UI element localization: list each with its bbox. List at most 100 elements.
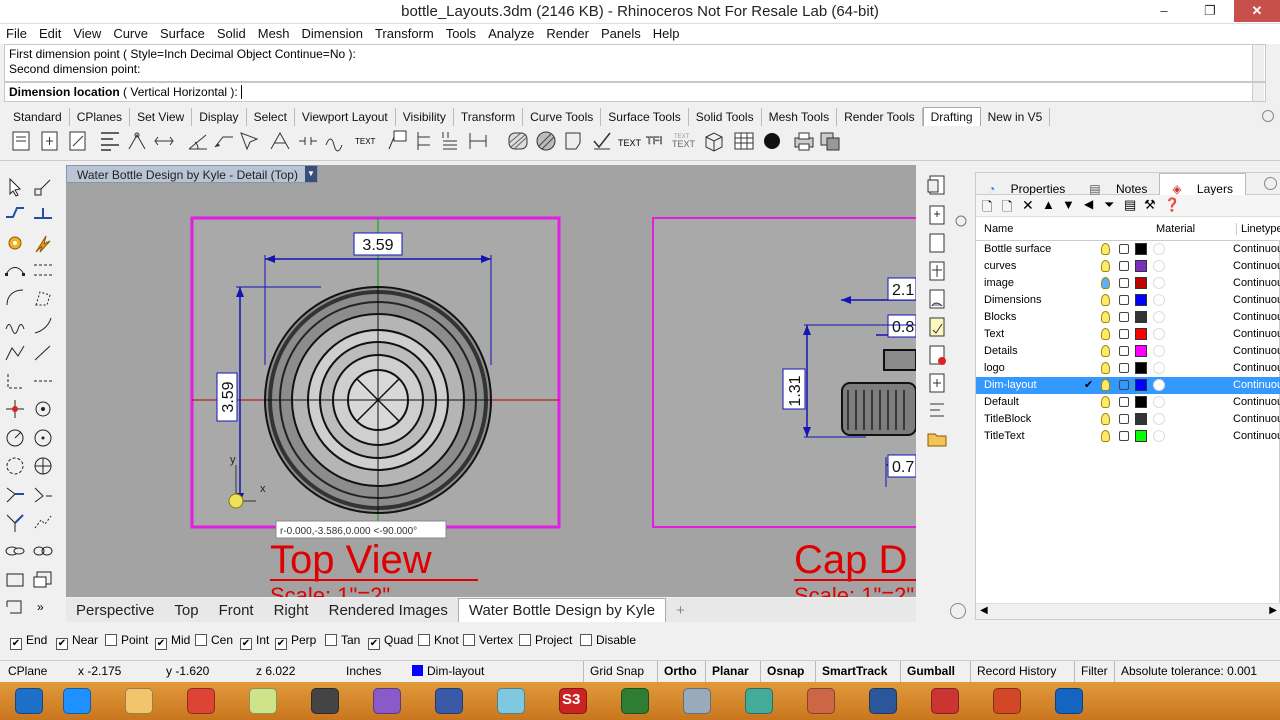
layer-name[interactable]: Bottle surface xyxy=(984,243,1051,255)
tab-standard[interactable]: Standard xyxy=(6,108,70,126)
osnap-mid[interactable]: ✔ Mid xyxy=(155,633,190,650)
xbox-icon[interactable] xyxy=(612,685,658,717)
gear-icon[interactable] xyxy=(950,603,966,619)
tab-water-bottle-layout[interactable]: Water Bottle Design by Kyle xyxy=(457,598,667,622)
layer-row[interactable]: curves Continuous xyxy=(976,258,1280,275)
curve-points-icon[interactable] xyxy=(4,259,26,281)
lock-icon[interactable] xyxy=(1119,312,1129,322)
osnap-perp[interactable]: ✔ Perp xyxy=(275,633,316,650)
layer-row[interactable]: Dim-layout ✔ Continuous xyxy=(976,377,1280,394)
lightning-icon[interactable] xyxy=(32,232,54,254)
page-note-icon[interactable] xyxy=(926,316,948,338)
pdf-icon[interactable] xyxy=(922,685,968,717)
layer-name[interactable]: Default xyxy=(984,396,1019,408)
viewport-canvas[interactable]: 3.59 3.59 y x r-0.000,-3.586,0.000 <-90.… xyxy=(66,165,916,597)
layer-row[interactable]: Default Continuous xyxy=(976,394,1280,411)
page-add-icon[interactable] xyxy=(926,372,948,394)
rotate-icon[interactable] xyxy=(32,398,54,420)
box-icon[interactable] xyxy=(32,569,54,591)
surface-icon[interactable] xyxy=(4,540,26,562)
lightbulb-icon[interactable] xyxy=(1101,379,1110,391)
menu-view[interactable]: View xyxy=(67,24,107,41)
osnap-knot[interactable]: Knot xyxy=(418,633,459,647)
lightbulb-icon[interactable] xyxy=(1101,396,1110,408)
angle-dimension-icon[interactable] xyxy=(186,129,210,153)
page-delete-icon[interactable] xyxy=(926,344,948,366)
planar-toggle[interactable]: Planar xyxy=(705,661,755,682)
material-icon[interactable] xyxy=(1153,277,1165,289)
layer-color-swatch[interactable] xyxy=(1135,413,1147,425)
radius-dimension-icon[interactable] xyxy=(126,129,150,153)
linear-dimension-icon[interactable] xyxy=(10,129,34,153)
layer-name[interactable]: Text xyxy=(984,328,1004,340)
layer-linetype[interactable]: Continuous xyxy=(1233,413,1280,425)
curve-icon[interactable] xyxy=(32,370,54,392)
tab-set-view[interactable]: Set View xyxy=(130,108,193,126)
checkbox-icon[interactable]: ✔ xyxy=(240,638,252,650)
page-layout-icon[interactable] xyxy=(926,400,948,422)
menu-mesh[interactable]: Mesh xyxy=(252,24,296,41)
printer-icon[interactable] xyxy=(792,129,816,153)
history-scrollbar[interactable] xyxy=(1252,45,1264,81)
menu-file[interactable]: File xyxy=(0,24,33,41)
layout-page-icon[interactable] xyxy=(926,174,948,196)
block-icon[interactable] xyxy=(818,129,842,153)
lightbulb-icon[interactable] xyxy=(1101,362,1110,374)
checkbox-icon[interactable] xyxy=(463,634,475,646)
layer-row[interactable]: logo Continuous xyxy=(976,360,1280,377)
ellipse-icon[interactable] xyxy=(4,455,26,477)
s3-app-icon[interactable]: S3 xyxy=(550,685,596,717)
layer-name[interactable]: TitleBlock xyxy=(984,413,1031,425)
control-point-curve-icon[interactable] xyxy=(32,259,54,281)
column-linetype[interactable]: Linetype xyxy=(1236,223,1280,235)
layer-row[interactable]: TitleText Continuous xyxy=(976,428,1280,445)
tab-viewport-layout[interactable]: Viewport Layout xyxy=(295,108,396,126)
ortho-toggle[interactable]: Ortho xyxy=(657,661,703,682)
osnap-quad[interactable]: ✔ Quad xyxy=(368,633,413,650)
menu-analyze[interactable]: Analyze xyxy=(482,24,540,41)
polyline-icon[interactable] xyxy=(4,342,26,364)
select-arrow-icon[interactable] xyxy=(4,176,26,198)
text-object-icon[interactable]: TEXT xyxy=(618,129,642,153)
material-icon[interactable] xyxy=(1153,379,1165,391)
grid-snap-toggle[interactable]: Grid Snap xyxy=(583,661,650,682)
checkbox-icon[interactable]: ✔ xyxy=(56,638,68,650)
scroll-left-icon[interactable]: ◀ xyxy=(980,605,988,616)
layer-color-swatch[interactable] xyxy=(1135,260,1147,272)
menu-transform[interactable]: Transform xyxy=(369,24,440,41)
lightbulb-icon[interactable] xyxy=(1101,345,1110,357)
line-segment-icon[interactable] xyxy=(32,342,54,364)
layer-linetype[interactable]: Continuous xyxy=(1233,294,1280,306)
lock-icon[interactable] xyxy=(1119,278,1129,288)
chrome-icon[interactable] xyxy=(178,685,224,717)
layer-linetype[interactable]: Continuous xyxy=(1233,430,1280,442)
layer-linetype[interactable]: Continuous xyxy=(1233,362,1280,374)
menu-curve[interactable]: Curve xyxy=(107,24,154,41)
tools-icon[interactable]: ⚒ xyxy=(1144,197,1156,213)
lock-icon[interactable] xyxy=(1119,295,1129,305)
checkbox-icon[interactable] xyxy=(325,634,337,646)
helix-icon[interactable] xyxy=(4,315,26,337)
solid-icon[interactable] xyxy=(32,540,54,562)
text-3d-icon[interactable]: TEXTTEXT xyxy=(672,129,696,153)
rectangle-icon[interactable] xyxy=(4,569,26,591)
command-history[interactable]: First dimension point ( Style=Inch Decim… xyxy=(4,44,1266,82)
menu-help[interactable]: Help xyxy=(647,24,686,41)
file-explorer-icon[interactable] xyxy=(116,685,162,717)
rhino-icon[interactable] xyxy=(302,685,348,717)
delete-icon[interactable]: ✕ xyxy=(1022,197,1034,214)
osnap-project[interactable]: Project xyxy=(519,633,572,647)
tab-surface-tools[interactable]: Surface Tools xyxy=(601,108,689,126)
snowflake-icon[interactable] xyxy=(1046,685,1092,717)
aligned-dimension-icon[interactable] xyxy=(38,129,62,153)
checkbox-icon[interactable]: ✔ xyxy=(368,638,380,650)
menu-panels[interactable]: Panels xyxy=(595,24,647,41)
layer-linetype[interactable]: Continuous xyxy=(1233,277,1280,289)
menu-surface[interactable]: Surface xyxy=(154,24,211,41)
layer-name[interactable]: Dim-layout xyxy=(984,379,1037,391)
material-icon[interactable] xyxy=(1153,396,1165,408)
ordinate-dimension-icon[interactable] xyxy=(98,129,122,153)
lock-icon[interactable] xyxy=(1119,261,1129,271)
layer-row[interactable]: image Continuous xyxy=(976,275,1280,292)
menu-edit[interactable]: Edit xyxy=(33,24,67,41)
